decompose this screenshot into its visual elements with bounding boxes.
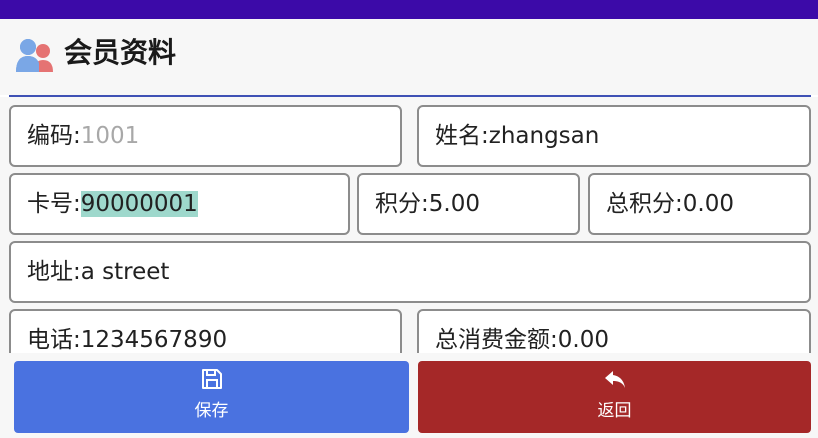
total-spent-label: 总消费金额:	[435, 327, 558, 353]
total-points-field[interactable]: 总积分:0.00	[588, 173, 811, 235]
code-field[interactable]: 编码:1001	[9, 105, 402, 167]
points-field[interactable]: 积分:5.00	[357, 173, 580, 235]
card-number-label: 卡号:	[27, 191, 81, 217]
phone-value: 1234567890	[80, 327, 228, 353]
name-label: 姓名:	[435, 123, 489, 149]
member-group-icon	[16, 39, 53, 72]
action-bar: 保存 返回	[0, 353, 818, 438]
save-button[interactable]: 保存	[14, 361, 409, 433]
reply-arrow-icon	[604, 371, 625, 388]
code-value: 1001	[80, 123, 140, 149]
page-title: 会员资料	[64, 36, 177, 69]
phone-label: 电话:	[27, 327, 81, 353]
total-spent-field[interactable]: 总消费金额:0.00	[417, 309, 811, 353]
points-label: 积分:	[375, 191, 429, 217]
back-button-label: 返回	[597, 401, 632, 421]
card-number-value: 90000001	[80, 191, 198, 217]
name-value: zhangsan	[488, 123, 600, 149]
address-label: 地址:	[27, 259, 81, 285]
back-button[interactable]: 返回	[418, 361, 811, 433]
total-spent-value: 0.00	[557, 327, 609, 353]
total-points-label: 总积分:	[606, 191, 683, 217]
points-value: 5.00	[428, 191, 480, 217]
floppy-disk-icon	[201, 369, 222, 389]
phone-field[interactable]: 电话:1234567890	[9, 309, 402, 353]
status-bar	[0, 0, 818, 19]
card-number-field[interactable]: 卡号:90000001	[9, 173, 350, 235]
address-value: a street	[80, 259, 170, 285]
member-form: 编码:1001 姓名:zhangsan 卡号:90000001 积分:5.00 …	[0, 97, 818, 353]
address-field[interactable]: 地址:a street	[9, 241, 811, 303]
total-points-value: 0.00	[682, 191, 734, 217]
save-button-label: 保存	[194, 401, 229, 421]
code-label: 编码:	[27, 123, 81, 149]
name-field[interactable]: 姓名:zhangsan	[417, 105, 811, 167]
header: 会员资料	[0, 19, 818, 95]
